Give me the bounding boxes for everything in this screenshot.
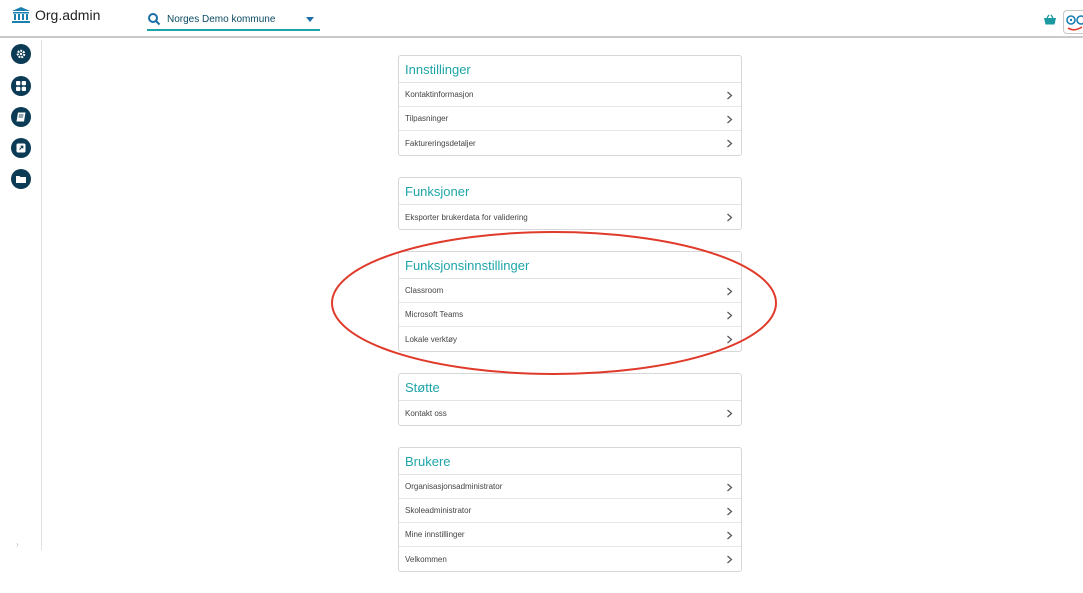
section-title: Brukere: [399, 448, 741, 475]
list-item-export-user-data[interactable]: Eksporter brukerdata for validering: [399, 205, 741, 229]
external-link-icon: [16, 143, 26, 153]
list-item-label: Faktureringsdetaljer: [405, 138, 476, 148]
help-icon: [1066, 15, 1083, 31]
sidebar-item-settings[interactable]: [11, 44, 31, 64]
chevron-right-icon: [727, 311, 733, 320]
list-item-billing-details[interactable]: Faktureringsdetaljer: [399, 131, 741, 155]
chevron-right-icon: [727, 555, 733, 564]
list-item-label: Organisasjonsadministrator: [405, 482, 503, 491]
section-title: Innstillinger: [399, 56, 741, 83]
list-item-label: Velkommen: [405, 554, 447, 564]
chevron-right-icon: [727, 409, 733, 418]
sidebar: ›: [0, 40, 42, 550]
list-item-customizations[interactable]: Tilpasninger: [399, 107, 741, 131]
folder-icon: [16, 176, 26, 183]
settings-content: Innstillinger Kontaktinformasjon Tilpasn…: [398, 55, 742, 593]
sidebar-item-links[interactable]: [11, 138, 31, 158]
list-item-my-settings[interactable]: Mine innstillinger: [399, 523, 741, 547]
organization-select[interactable]: Norges Demo kommune: [147, 9, 320, 31]
caret-down-icon: [306, 16, 314, 22]
section-functions: Funksjoner Eksporter brukerdata for vali…: [398, 177, 742, 230]
list-item-label: Eksporter brukerdata for validering: [405, 212, 528, 222]
list-item-welcome[interactable]: Velkommen: [399, 547, 741, 571]
section-settings: Innstillinger Kontaktinformasjon Tilpasn…: [398, 55, 742, 156]
shopping-basket-icon[interactable]: [1044, 14, 1056, 25]
list-item-school-admin[interactable]: Skoleadministrator: [399, 499, 741, 523]
chevron-right-icon: [727, 115, 733, 124]
list-item-label: Kontaktinformasjon: [405, 90, 474, 99]
section-title: Støtte: [399, 374, 741, 401]
top-bar: Org.admin Norges Demo kommune: [0, 0, 1083, 38]
list-item-label: Classroom: [405, 286, 444, 295]
chevron-right-icon: [727, 335, 733, 344]
list-item-microsoft-teams[interactable]: Microsoft Teams: [399, 303, 741, 327]
list-item-classroom[interactable]: Classroom: [399, 279, 741, 303]
section-title: Funksjonsinnstillinger: [399, 252, 741, 279]
grid-icon: [16, 81, 26, 91]
book-icon: [16, 112, 26, 122]
chevron-right-icon: [727, 531, 733, 540]
list-item-label: Skoleadministrator: [405, 506, 472, 515]
chevron-right-icon: [727, 483, 733, 492]
gear-icon: [16, 49, 26, 59]
help-button[interactable]: [1063, 10, 1083, 34]
organization-select-value: Norges Demo kommune: [167, 13, 276, 25]
list-item-org-admin[interactable]: Organisasjonsadministrator: [399, 475, 741, 499]
sidebar-item-library[interactable]: [11, 107, 31, 127]
list-item-label: Kontakt oss: [405, 408, 447, 418]
section-users: Brukere Organisasjonsadministrator Skole…: [398, 447, 742, 572]
institution-icon: [12, 7, 30, 23]
brand[interactable]: Org.admin: [12, 7, 100, 23]
sidebar-item-files[interactable]: [11, 169, 31, 189]
chevron-right-icon: [727, 507, 733, 516]
section-title: Funksjoner: [399, 178, 741, 205]
sidebar-expand-icon[interactable]: ›: [16, 540, 26, 550]
section-support: Støtte Kontakt oss: [398, 373, 742, 426]
chevron-right-icon: [727, 213, 733, 222]
section-function-settings: Funksjonsinnstillinger Classroom Microso…: [398, 251, 742, 352]
list-item-label: Tilpasninger: [405, 114, 449, 123]
list-item-contact-info[interactable]: Kontaktinformasjon: [399, 83, 741, 107]
chevron-right-icon: [727, 139, 733, 148]
brand-title: Org.admin: [35, 7, 101, 23]
list-item-label: Mine innstillinger: [405, 530, 465, 539]
list-item-label: Lokale verktøy: [405, 334, 458, 344]
chevron-right-icon: [727, 287, 733, 296]
list-item-label: Microsoft Teams: [405, 310, 464, 319]
chevron-right-icon: [727, 91, 733, 100]
list-item-local-tools[interactable]: Lokale verktøy: [399, 327, 741, 351]
list-item-contact-us[interactable]: Kontakt oss: [399, 401, 741, 425]
search-icon: [148, 13, 161, 26]
sidebar-item-dashboard[interactable]: [11, 76, 31, 96]
